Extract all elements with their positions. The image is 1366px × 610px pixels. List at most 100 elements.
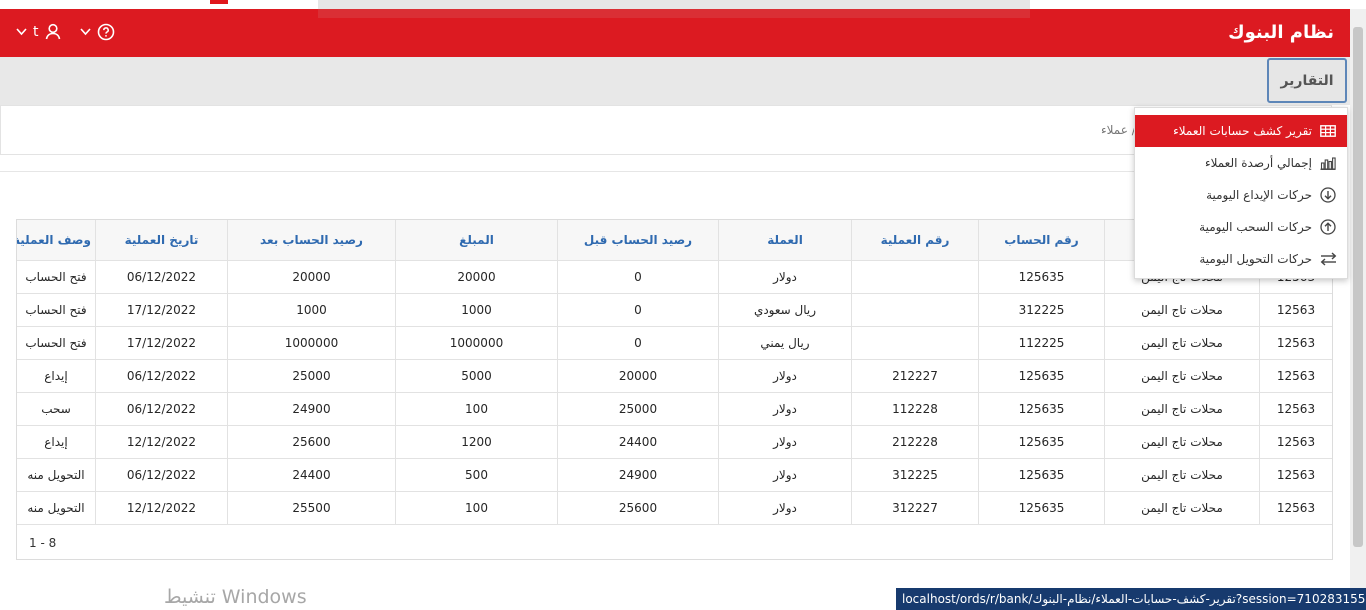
table-cell: 5000 [395,359,558,393]
table-cell [851,293,979,327]
menu-item-daily-transfers[interactable]: حركات التحويل اليومية [1135,243,1347,275]
table-cell: محلات تاج اليمن [1104,392,1260,426]
table-cell: 1000 [395,293,558,327]
table-cell: 1200 [395,425,558,459]
top-nav-bar [0,57,1350,105]
table-cell: ريال يمني [718,326,852,360]
column-header[interactable]: العملة [718,220,852,261]
table-cell: 212228 [851,425,979,459]
table-row: 12563 محلات تاج اليمن 125635 212228 دولار 244… [17,425,1332,459]
menu-item-label: إجمالي أرصدة العملاء [1204,156,1312,170]
menu-item-label: حركات التحويل اليومية [1199,252,1312,266]
column-header[interactable]: رقم الحساب [978,220,1105,261]
menu-item-label: حركات الإيداع اليومية [1206,188,1312,202]
table-cell: التحويل منه [17,491,96,525]
table-cell: 25600 [227,425,396,459]
chevron-down-icon [16,27,27,36]
table-cell: 06/12/2022 [95,260,228,294]
table-row: 12563 محلات تاج اليمن 125635 312225 دولار 249… [17,458,1332,492]
table-cell: محلات تاج اليمن [1104,359,1260,393]
table-cell: 12/12/2022 [95,425,228,459]
table-cell: محلات تاج اليمن [1104,293,1260,327]
table-cell: 212227 [851,359,979,393]
user-initial: t [33,23,39,40]
table-row: 12563 محلات تاج اليمن 312225 ريال سعودي 0 100… [17,293,1332,327]
table-cell: 312227 [851,491,979,525]
app-header: نظام البنوك t [0,9,1350,57]
table-cell: إيداع [17,359,96,393]
browser-status-url: localhost/ords/r/bank/تقرير-كشف-حسابات-ا… [896,588,1366,610]
app-title[interactable]: نظام البنوك [1228,22,1334,43]
table-cell [851,326,979,360]
table-cell: إيداع [17,425,96,459]
table-cell: 24900 [557,458,719,492]
arrow-up-circle-icon [1319,218,1337,236]
table-cell: 06/12/2022 [95,392,228,426]
menu-item-daily-withdrawals[interactable]: حركات السحب اليومية [1135,211,1347,243]
table-cell: 06/12/2022 [95,458,228,492]
table-cell: التحويل منه [17,458,96,492]
breadcrumb[interactable]: / عملاء [1101,123,1136,137]
table-cell: محلات تاج اليمن [1104,326,1260,360]
table-cell: 112225 [978,326,1105,360]
pagination-range: 1 - 8 [29,536,57,550]
table-cell: 20000 [227,260,396,294]
table-cell: 12/12/2022 [95,491,228,525]
table-cell: 25000 [557,392,719,426]
table-cell: 12563 [1259,491,1332,525]
table-cell: 125635 [978,458,1105,492]
table-cell: 125635 [978,392,1105,426]
column-header[interactable]: المبلغ [395,220,558,261]
table-cell: دولار [718,458,852,492]
table-cell: 12563 [1259,326,1332,360]
chevron-down-icon [80,28,91,36]
transfer-arrows-icon [1319,250,1337,268]
table-cell: 125635 [978,260,1105,294]
column-header[interactable]: رقم العملية [851,220,979,261]
help-circle-icon [97,23,115,41]
menu-item-total-balances[interactable]: إجمالي أرصدة العملاء [1135,147,1347,179]
table-cell: 17/12/2022 [95,326,228,360]
header-overlay-ghost [318,9,1030,18]
table-cell: سحب [17,392,96,426]
column-header[interactable]: وصف العملية [17,220,96,261]
table-cell: فتح الحساب [17,326,96,360]
table-cell: محلات تاج اليمن [1104,491,1260,525]
table-cell: دولار [718,260,852,294]
table-cell: 24900 [227,392,396,426]
menu-top-gap [1135,108,1347,115]
browser-top-strip [0,0,1366,9]
table-cell: 25600 [557,491,719,525]
help-menu-button[interactable] [80,23,115,41]
user-icon [45,23,61,40]
table-cell: ريال سعودي [718,293,852,327]
table-cell: دولار [718,392,852,426]
menu-item-label: تقرير كشف حسابات العملاء [1173,124,1312,138]
table-cell: 1000000 [395,326,558,360]
column-header[interactable]: رصيد الحساب قبل [557,220,719,261]
browser-tab-indicator [210,0,228,4]
table-cell: محلات تاج اليمن [1104,425,1260,459]
table-icon [1319,122,1337,140]
column-header[interactable]: رصيد الحساب بعد [227,220,396,261]
table-cell: 500 [395,458,558,492]
menu-item-customer-statement[interactable]: تقرير كشف حسابات العملاء [1135,115,1347,147]
table-cell: 24400 [227,458,396,492]
user-menu-button[interactable]: t [16,23,61,40]
table-cell: 24400 [557,425,719,459]
menu-item-daily-deposits[interactable]: حركات الإيداع اليومية [1135,179,1347,211]
table-cell: 0 [557,293,719,327]
table-cell: 25000 [227,359,396,393]
table-cell: 06/12/2022 [95,359,228,393]
table-cell [851,260,979,294]
table-cell: 0 [557,326,719,360]
scrollbar-thumb[interactable] [1353,27,1363,547]
page-scrollbar[interactable] [1350,9,1366,610]
column-header[interactable]: تاريخ العملية [95,220,228,261]
table-cell: 100 [395,491,558,525]
reports-menu-button[interactable]: التقارير [1267,58,1347,103]
table-row: 12563 محلات تاج اليمن 112225 ريال يمني 0 1000… [17,326,1332,360]
reports-dropdown-menu: تقرير كشف حسابات العملاء إجمالي أرصدة ال… [1134,107,1348,279]
table-cell: 100 [395,392,558,426]
breadcrumb-region: / عملاء [0,105,1332,155]
